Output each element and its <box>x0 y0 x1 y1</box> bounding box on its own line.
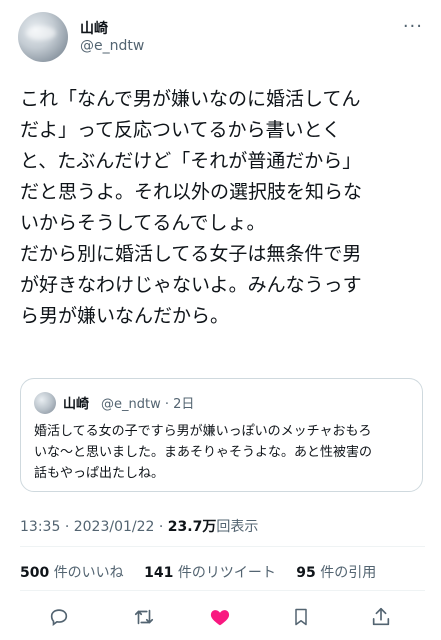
quoted-tweet-text: 婚活してる女の子ですら男が嫌いっぽいのメッチャおもろ いな〜と思いました。まあそ… <box>34 424 373 481</box>
engagement-stats: 500 件のいいね 141 件のリツイート 95 件の引用 <box>20 562 392 582</box>
retweet-icon <box>134 609 154 625</box>
quoted-author-avatar <box>34 392 56 414</box>
author-avatar[interactable] <box>18 12 68 62</box>
tweet-meta: 13:35 · 2023/01/22 · 23.7万回表示 <box>20 516 258 536</box>
divider <box>20 590 425 591</box>
reply-icon <box>50 609 68 626</box>
view-label: 回表示 <box>216 519 259 535</box>
likes-label: 件のいいね <box>53 565 124 581</box>
share-button[interactable] <box>364 600 398 634</box>
tweet-time[interactable]: 13:35 <box>20 519 60 535</box>
more-icon[interactable]: ··· <box>403 16 423 37</box>
view-count: 23.7万 <box>167 519 217 535</box>
divider <box>20 546 425 547</box>
bookmark-icon <box>295 608 307 626</box>
like-button[interactable] <box>203 600 237 634</box>
quotes-stat[interactable]: 95 件の引用 <box>296 565 376 581</box>
author-name[interactable]: 山崎 <box>80 18 108 38</box>
tweet-text: これ「なんで男が嫌いなのに婚活してん だよ」って反応ついてるから書いとく と、た… <box>20 88 363 327</box>
quoted-author-name: 山崎 <box>63 397 90 412</box>
likes-count: 500 <box>20 565 50 581</box>
tweet-date[interactable]: 2023/01/22 <box>74 519 155 535</box>
quoted-tweet[interactable]: 山崎 @e_ndtw · 2日 婚活してる女の子ですら男が嫌いっぽいのメッチャお… <box>20 378 423 492</box>
quotes-label: 件の引用 <box>320 565 377 581</box>
reply-button[interactable] <box>42 600 76 634</box>
meta-separator: · <box>158 519 164 535</box>
action-bar <box>30 600 410 634</box>
like-icon <box>210 610 230 626</box>
author-handle[interactable]: @e_ndtw <box>80 38 144 54</box>
quotes-count: 95 <box>296 565 316 581</box>
tweet-header: 山崎 @e_ndtw ··· <box>18 12 423 62</box>
meta-separator: · <box>64 519 70 535</box>
retweet-button[interactable] <box>127 600 161 634</box>
retweets-label: 件のリツイート <box>177 565 276 581</box>
share-icon <box>372 607 390 626</box>
likes-stat[interactable]: 500 件のいいね <box>20 565 124 581</box>
quoted-author-handle-time: @e_ndtw · 2日 <box>101 397 195 412</box>
bookmark-button[interactable] <box>284 600 318 634</box>
retweets-count: 141 <box>144 565 174 581</box>
retweets-stat[interactable]: 141 件のリツイート <box>144 565 276 581</box>
